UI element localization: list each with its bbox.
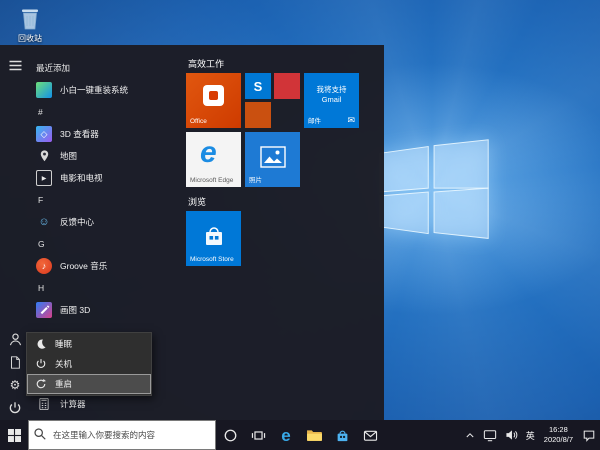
app-item-movies-tv[interactable]: ▶ 电影和电视 <box>30 167 182 189</box>
search-input[interactable] <box>28 420 216 450</box>
start-menu: ⚙ 最近添加 小白一键重装系统 # ◇ 3D 查看器 <box>0 45 384 420</box>
mail-envelope-icon: ✉ <box>347 115 355 126</box>
3d-viewer-icon: ◇ <box>36 126 52 142</box>
store-bag-icon <box>335 428 350 443</box>
action-center-icon <box>582 429 596 442</box>
tile-small-red[interactable] <box>274 73 300 99</box>
paint-3d-icon <box>36 302 52 318</box>
tile-group-productivity[interactable]: 高效工作 <box>188 57 224 70</box>
app-item-3d-viewer[interactable]: ◇ 3D 查看器 <box>30 123 182 145</box>
app-list-header-hash[interactable]: # <box>30 101 182 123</box>
user-icon <box>8 332 23 347</box>
folder-icon <box>306 428 323 442</box>
mail-envelope-icon <box>363 429 378 442</box>
app-item-paint-3d[interactable]: 画图 3D <box>30 299 182 321</box>
desktop: 回收站 ⚙ <box>0 0 600 450</box>
tile-group-explore[interactable]: 浏览 <box>188 195 206 208</box>
clock[interactable]: 16:28 2020/8/7 <box>539 425 578 445</box>
mail-live-tile-text: 我将支持 Gmail <box>308 85 355 105</box>
system-tray: 英 16:28 2020/8/7 <box>461 420 600 450</box>
tile-office[interactable]: Office <box>186 73 241 128</box>
app-list-header-h[interactable]: H <box>30 277 182 299</box>
clock-time: 16:28 <box>544 425 573 435</box>
calculator-icon <box>36 396 52 412</box>
clock-date: 2020/8/7 <box>544 435 573 445</box>
power-icon <box>8 401 22 415</box>
power-menu-shutdown[interactable]: 关机 <box>27 354 151 374</box>
windows-logo-wallpaper <box>378 136 494 248</box>
taskbar: e <box>0 420 600 450</box>
power-menu-restart[interactable]: 重启 <box>27 374 151 394</box>
edge-icon: e <box>281 427 290 444</box>
app-item-groove-music[interactable]: ♪ Groove 音乐 <box>30 255 182 277</box>
expand-menu-button[interactable] <box>0 53 30 77</box>
groove-music-icon: ♪ <box>36 258 52 274</box>
cortana-button[interactable] <box>216 420 244 450</box>
maps-pin-icon <box>36 148 52 164</box>
tile-skype[interactable]: S <box>245 73 271 99</box>
network-ethernet-icon <box>483 429 497 442</box>
tile-area: 高效工作 Office S 我将支持 Gmail 邮件 ✉ e Microsof… <box>182 45 384 420</box>
app-list-header-recent[interactable]: 最近添加 <box>30 57 182 79</box>
start-button[interactable] <box>0 420 28 450</box>
file-explorer-button[interactable] <box>300 420 328 450</box>
power-flyout-menu: 睡眠 关机 重启 <box>26 332 152 396</box>
shutdown-power-icon <box>35 358 47 370</box>
xiaobai-app-icon <box>36 82 52 98</box>
sleep-moon-icon <box>35 338 47 350</box>
task-view-button[interactable] <box>244 420 272 450</box>
app-item-feedback-hub[interactable]: ☺ 反馈中心 <box>30 211 182 233</box>
power-button[interactable] <box>0 396 30 420</box>
tile-microsoft-store[interactable]: Microsoft Store <box>186 211 241 266</box>
gear-icon: ⚙ <box>10 379 21 391</box>
tile-mail[interactable]: 我将支持 Gmail 邮件 ✉ <box>304 73 359 128</box>
mail-taskbar-button[interactable] <box>356 420 384 450</box>
skype-icon: S <box>254 79 263 94</box>
store-bag-icon <box>202 224 226 248</box>
photos-icon <box>260 146 286 168</box>
power-menu-sleep[interactable]: 睡眠 <box>27 334 151 354</box>
action-center-button[interactable] <box>578 420 600 450</box>
app-item-calculator[interactable]: 计算器 <box>30 393 182 415</box>
recycle-bin-icon[interactable]: 回收站 <box>8 6 52 44</box>
tile-small-orange[interactable] <box>245 102 271 128</box>
search-icon <box>33 427 47 441</box>
tile-photos[interactable]: 照片 <box>245 132 300 187</box>
ime-indicator[interactable]: 英 <box>522 420 539 450</box>
tile-edge[interactable]: e Microsoft Edge <box>186 132 241 187</box>
document-icon <box>8 355 22 370</box>
edge-icon: e <box>200 138 217 168</box>
recycle-bin-label: 回收站 <box>8 33 52 44</box>
store-taskbar-button[interactable] <box>328 420 356 450</box>
app-item-maps[interactable]: 地图 <box>30 145 182 167</box>
restart-icon <box>35 378 47 390</box>
volume-button[interactable] <box>501 420 522 450</box>
speaker-icon <box>505 429 518 441</box>
windows-start-icon <box>8 429 21 442</box>
network-button[interactable] <box>479 420 501 450</box>
tray-expand-button[interactable] <box>461 420 479 450</box>
cortana-circle-icon <box>223 428 238 443</box>
taskbar-search <box>28 420 216 450</box>
task-view-icon <box>251 429 266 442</box>
app-item-xiaobai[interactable]: 小白一键重装系统 <box>30 79 182 101</box>
hamburger-icon <box>9 60 22 71</box>
chevron-up-icon <box>465 431 475 439</box>
app-list-header-g[interactable]: G <box>30 233 182 255</box>
app-list-header-f[interactable]: F <box>30 189 182 211</box>
movies-tv-icon: ▶ <box>36 170 52 186</box>
office-logo-icon <box>203 85 224 106</box>
feedback-hub-icon: ☺ <box>36 214 52 230</box>
edge-taskbar-button[interactable]: e <box>272 420 300 450</box>
trash-can-icon <box>18 6 42 32</box>
